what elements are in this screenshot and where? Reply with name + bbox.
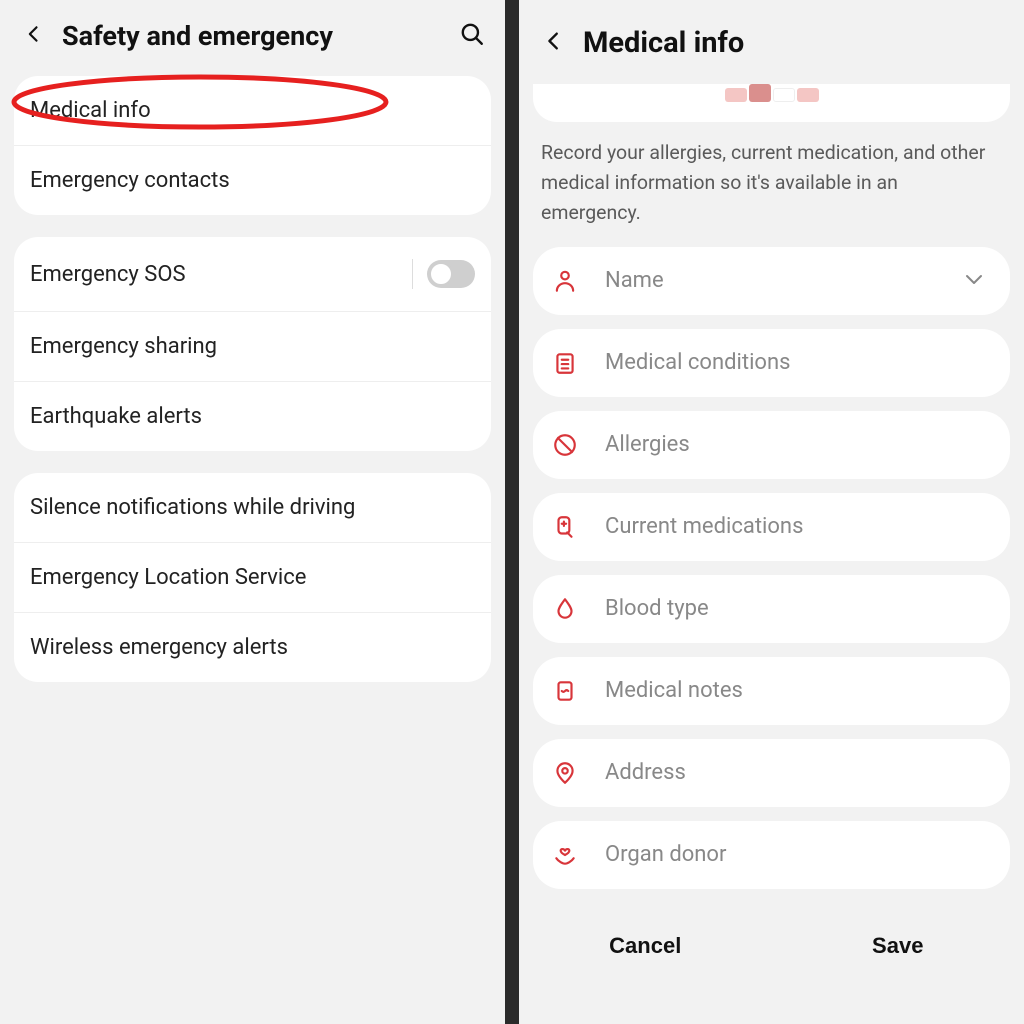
page-title: Safety and emergency — [62, 20, 441, 52]
field-label: Address — [605, 760, 986, 785]
description-text: Record your allergies, current medicatio… — [519, 138, 1024, 247]
row-label: Wireless emergency alerts — [30, 635, 475, 660]
location-pin-icon — [551, 759, 579, 787]
cancel-button[interactable]: Cancel — [519, 923, 772, 969]
field-medical-notes[interactable]: Medical notes — [533, 657, 1010, 725]
field-label: Allergies — [605, 432, 986, 457]
settings-group-2: Emergency SOS Emergency sharing Earthqua… — [14, 237, 491, 451]
field-label: Current medications — [605, 514, 986, 539]
field-label: Blood type — [605, 596, 986, 621]
field-address[interactable]: Address — [533, 739, 1010, 807]
toggle-separator — [412, 259, 413, 289]
row-label: Emergency SOS — [30, 262, 412, 287]
field-label: Name — [605, 268, 936, 293]
field-label: Medical notes — [605, 678, 986, 703]
settings-group-1: Medical info Emergency contacts — [14, 76, 491, 215]
field-label: Organ donor — [605, 842, 986, 867]
organ-donor-icon — [551, 841, 579, 869]
screen-divider — [505, 0, 519, 1024]
droplet-icon — [551, 595, 579, 623]
back-icon[interactable] — [543, 30, 565, 56]
field-label: Medical conditions — [605, 350, 986, 375]
bottom-actions: Cancel Save — [519, 903, 1024, 973]
row-location-service[interactable]: Emergency Location Service — [14, 542, 491, 612]
pill-icon — [551, 513, 579, 541]
row-label: Earthquake alerts — [30, 404, 475, 429]
row-label: Silence notifications while driving — [30, 495, 475, 520]
row-wireless-alerts[interactable]: Wireless emergency alerts — [14, 612, 491, 682]
clipboard-icon — [551, 349, 579, 377]
page-title: Medical info — [583, 26, 744, 60]
row-emergency-contacts[interactable]: Emergency contacts — [14, 145, 491, 215]
header: Safety and emergency — [0, 0, 505, 76]
field-medical-conditions[interactable]: Medical conditions — [533, 329, 1010, 397]
toggle-knob-icon — [429, 262, 453, 286]
row-silence-driving[interactable]: Silence notifications while driving — [14, 473, 491, 542]
row-earthquake-alerts[interactable]: Earthquake alerts — [14, 381, 491, 451]
field-current-medications[interactable]: Current medications — [533, 493, 1010, 561]
avatar-strip — [725, 84, 819, 102]
header: Medical info — [519, 0, 1024, 84]
row-medical-info[interactable]: Medical info — [14, 76, 491, 145]
sos-toggle[interactable] — [427, 260, 475, 288]
settings-group-3: Silence notifications while driving Emer… — [14, 473, 491, 682]
save-button[interactable]: Save — [772, 923, 1024, 969]
field-organ-donor[interactable]: Organ donor — [533, 821, 1010, 889]
row-emergency-sos[interactable]: Emergency SOS — [14, 237, 491, 311]
row-label: Emergency contacts — [30, 168, 475, 193]
row-label: Medical info — [30, 98, 475, 123]
field-name[interactable]: Name — [533, 247, 1010, 315]
back-icon[interactable] — [24, 24, 44, 48]
field-blood-type[interactable]: Blood type — [533, 575, 1010, 643]
medical-info-screen: Medical info Record your allergies, curr… — [519, 0, 1024, 1024]
search-icon[interactable] — [459, 21, 485, 51]
row-label: Emergency sharing — [30, 334, 475, 359]
person-icon — [551, 267, 579, 295]
prohibited-icon — [551, 431, 579, 459]
safety-emergency-screen: Safety and emergency Medical info Emerge… — [0, 0, 505, 1024]
field-allergies[interactable]: Allergies — [533, 411, 1010, 479]
notes-icon — [551, 677, 579, 705]
row-emergency-sharing[interactable]: Emergency sharing — [14, 311, 491, 381]
chevron-down-icon — [962, 267, 986, 295]
avatar-card — [533, 84, 1010, 122]
row-label: Emergency Location Service — [30, 565, 475, 590]
